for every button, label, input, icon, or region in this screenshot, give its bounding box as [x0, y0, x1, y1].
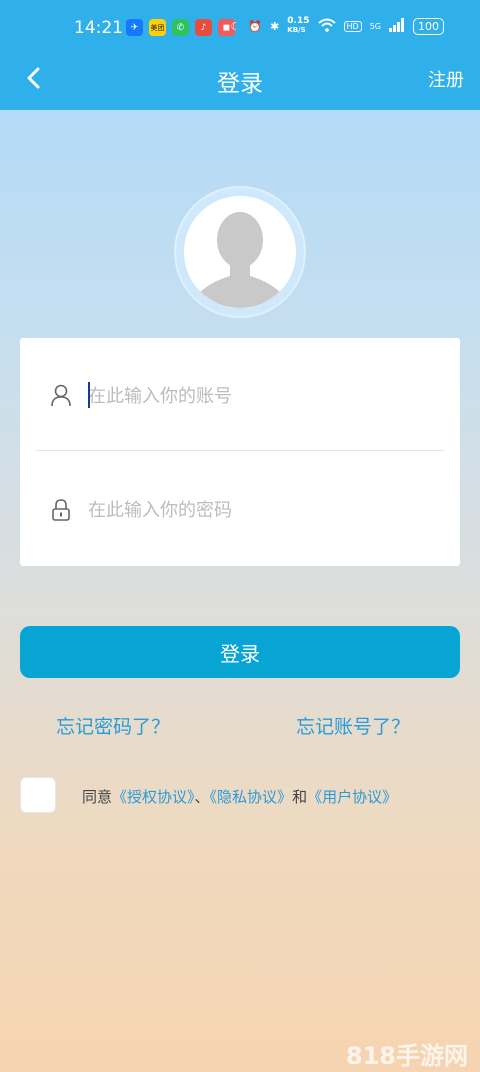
notification-icons: ✈ 美团 ✆ ♪ ◼	[126, 19, 235, 36]
alarm-icon: ⏰	[248, 19, 263, 33]
auth-agreement-link[interactable]: 《授权协议》	[112, 788, 195, 806]
nav-bar: 登录 注册	[0, 56, 480, 110]
battery-indicator: 100	[413, 17, 444, 35]
field-divider	[36, 450, 444, 451]
network-speed: 0.15 KB/S	[287, 16, 310, 35]
watermark: 818手游网	[345, 1042, 468, 1070]
agreement-separator: 、	[194, 788, 210, 806]
agreement-text: 同意《授权协议》、《隐私协议》和《用户协议》	[82, 786, 397, 807]
network-type: 5G	[369, 21, 381, 31]
lock-icon	[52, 499, 70, 521]
avatar-frame	[176, 188, 304, 316]
bluetooth-icon: ✱	[270, 19, 280, 33]
status-time: 14:21	[74, 18, 123, 38]
wifi-icon	[317, 18, 336, 35]
agreement-and: 和	[292, 788, 308, 806]
privacy-agreement-link[interactable]: 《隐私协议》	[210, 788, 293, 806]
page-title: 登录	[217, 71, 263, 97]
status-indicators: ☾ ⏰ ✱ 0.15 KB/S HD 5G 100	[230, 16, 444, 35]
agreement-checkbox[interactable]	[20, 777, 56, 813]
login-form	[20, 338, 460, 566]
forgot-account-link[interactable]: 忘记账号了？	[296, 712, 410, 739]
alipay-icon: ✈	[126, 19, 143, 36]
user-icon	[51, 384, 71, 407]
text-cursor	[88, 382, 90, 408]
agreement-prefix: 同意	[82, 788, 113, 806]
account-field	[20, 340, 460, 452]
password-input[interactable]	[88, 490, 428, 530]
avatar[interactable]	[184, 196, 296, 308]
account-input[interactable]	[88, 376, 428, 416]
moon-icon: ☾	[230, 19, 241, 33]
signal-icon	[389, 17, 405, 35]
register-link[interactable]: 注册	[428, 66, 464, 92]
music-icon: ♪	[195, 19, 212, 36]
hd-badge: HD	[343, 20, 362, 32]
user-silhouette-icon	[184, 196, 296, 308]
phone-icon: ✆	[172, 19, 189, 36]
user-agreement-link[interactable]: 《用户协议》	[307, 788, 397, 806]
meituan-icon: 美团	[149, 19, 166, 36]
password-field	[20, 454, 460, 566]
status-bar: 14:21 ✈ 美团 ✆ ♪ ◼ ☾ ⏰ ✱ 0.15 KB/S HD 5G 1…	[0, 0, 480, 56]
login-button[interactable]: 登录	[20, 626, 460, 678]
forgot-password-link[interactable]: 忘记密码了？	[56, 712, 170, 739]
